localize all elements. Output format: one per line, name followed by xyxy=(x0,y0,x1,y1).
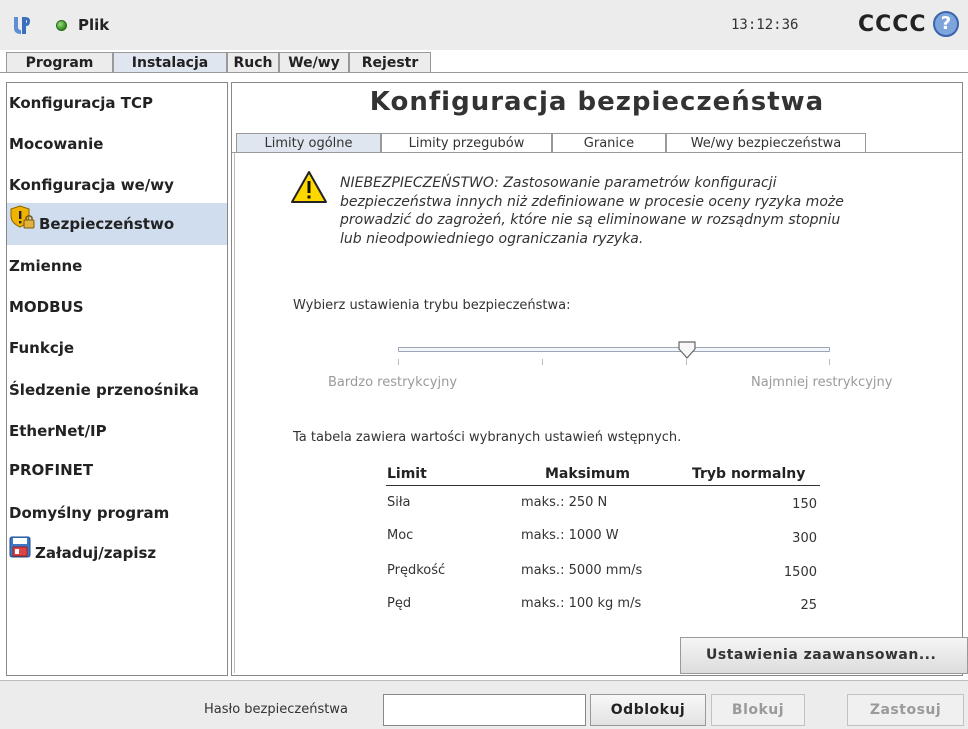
subtab-joint-limits[interactable]: Limity przegubów xyxy=(381,133,552,153)
floppy-disk-icon xyxy=(9,533,31,574)
warning-text: NIEBEZPIECZEŃSTWO: Zastosowanie parametr… xyxy=(340,174,900,248)
safety-shield-lock-icon xyxy=(9,204,35,246)
page-title: Konfiguracja bezpieczeństwa xyxy=(369,87,825,117)
file-menu[interactable]: Plik xyxy=(78,16,109,34)
slider-max-label: Najmniej restrykcyjny xyxy=(751,375,893,390)
sidebar-item-label: MODBUS xyxy=(9,298,84,316)
sidebar-item-label: Bezpieczeństwo xyxy=(39,215,175,233)
max-cell: maks.: 250 N xyxy=(521,495,608,510)
sidebar-item-label: Śledzenie przenośnika xyxy=(9,381,199,399)
warning-triangle-icon xyxy=(290,170,328,208)
tab-program[interactable]: Program xyxy=(6,52,113,73)
sidebar-item-label: Zmienne xyxy=(9,257,83,275)
sidebar-item-label: Konfiguracja TCP xyxy=(9,94,154,112)
sidebar-item-label: Funkcje xyxy=(9,339,75,357)
advanced-settings-button[interactable]: Ustawienia zaawansowan... xyxy=(680,637,968,674)
tab-instalacja[interactable]: Instalacja xyxy=(113,52,227,73)
normal-mode-cell: 1500 xyxy=(783,565,817,580)
table-row: Pęd maks.: 100 kg m/s 25 xyxy=(386,596,820,616)
sidebar-item-label: Załaduj/zapisz xyxy=(35,544,157,562)
limit-cell: Prędkość xyxy=(387,563,446,578)
slider-min-label: Bardzo restrykcyjny xyxy=(328,375,458,390)
warning-line: bezpieczeństwa innych niż zdefiniowane w… xyxy=(340,193,844,210)
sidebar-item-conveyor[interactable]: Śledzenie przenośnika xyxy=(7,370,227,411)
table-description: Ta tabela zawiera wartości wybranych ust… xyxy=(293,430,682,445)
normal-mode-cell: 300 xyxy=(792,531,817,546)
normal-mode-cell: 150 xyxy=(792,497,817,512)
sidebar-item-label: Konfiguracja we/wy xyxy=(9,176,174,194)
max-cell: maks.: 1000 W xyxy=(521,528,619,543)
limit-cell: Moc xyxy=(387,528,414,543)
safety-mode-slider[interactable] xyxy=(398,347,830,352)
top-bar xyxy=(0,0,968,50)
slider-handle[interactable] xyxy=(677,340,697,364)
sidebar-item-funkcje[interactable]: Funkcje xyxy=(7,328,227,369)
table-row: Prędkość maks.: 5000 mm/s 1500 xyxy=(386,563,820,583)
sidebar-item-mocowanie[interactable]: Mocowanie xyxy=(7,124,227,165)
tab-rejestr[interactable]: Rejestr xyxy=(349,52,431,73)
sidebar-item-modbus[interactable]: MODBUS xyxy=(7,287,227,328)
sidebar-item-profinet[interactable]: PROFINET xyxy=(7,450,227,491)
tab-ruch[interactable]: Ruch xyxy=(227,52,279,73)
subtab-general-limits[interactable]: Limity ogólne xyxy=(236,133,381,153)
sidebar-item-io-config[interactable]: Konfiguracja we/wy xyxy=(7,165,227,206)
sidebar-item-safety[interactable]: Bezpieczeństwo xyxy=(7,203,227,245)
max-cell: maks.: 5000 mm/s xyxy=(521,563,643,578)
subtab-safety-io[interactable]: We/wy bezpieczeństwa xyxy=(666,133,866,153)
safety-password-label: Hasło bezpieczeństwa xyxy=(204,702,348,717)
robot-name: CCCC xyxy=(858,12,927,37)
subtab-boundaries[interactable]: Granice xyxy=(552,133,666,153)
slider-tick xyxy=(829,359,830,365)
unlock-button[interactable]: Odblokuj xyxy=(590,694,706,726)
clock: 13:12:36 xyxy=(731,17,799,33)
sidebar: Konfiguracja TCP Mocowanie Konfiguracja … xyxy=(6,82,228,676)
sidebar-item-label: Mocowanie xyxy=(9,135,104,153)
column-header-normal-mode: Tryb normalny xyxy=(692,466,806,482)
sidebar-item-zmienne[interactable]: Zmienne xyxy=(7,246,227,287)
table-row: Siła maks.: 250 N 150 xyxy=(386,495,820,515)
limit-cell: Siła xyxy=(387,495,411,510)
lock-button[interactable]: Blokuj xyxy=(711,694,805,726)
safety-password-input[interactable] xyxy=(383,694,586,726)
help-button[interactable]: ? xyxy=(933,11,959,37)
ur-logo-icon xyxy=(12,14,34,36)
normal-mode-cell: 25 xyxy=(800,598,817,613)
column-header-limit: Limit xyxy=(387,466,427,482)
warning-line: lub nieodpowiedniego ograniczania ryzyka… xyxy=(340,230,644,247)
max-cell: maks.: 100 kg m/s xyxy=(521,596,642,611)
sidebar-item-ethernet-ip[interactable]: EtherNet/IP xyxy=(7,411,227,452)
tab-divider xyxy=(0,72,968,73)
sidebar-item-label: PROFINET xyxy=(9,461,94,479)
status-dot-icon xyxy=(56,20,67,31)
limit-cell: Pęd xyxy=(387,596,412,611)
table-header-divider xyxy=(386,485,820,486)
sidebar-item-label: Domyślny program xyxy=(9,504,170,522)
warning-line: prowadzić do zagrożeń, które nie są elim… xyxy=(340,212,841,228)
sidebar-item-load-save[interactable]: Załaduj/zapisz xyxy=(7,533,227,574)
apply-button[interactable]: Zastosuj xyxy=(847,694,964,726)
slider-tick xyxy=(398,359,399,365)
column-header-max: Maksimum xyxy=(545,466,630,482)
sidebar-item-label: EtherNet/IP xyxy=(9,422,107,440)
slider-tick xyxy=(542,359,543,365)
warning-line: NIEBEZPIECZEŃSTWO: Zastosowanie parametr… xyxy=(340,175,777,191)
sidebar-item-default-program[interactable]: Domyślny program xyxy=(7,493,227,534)
sidebar-item-tcp[interactable]: Konfiguracja TCP xyxy=(7,83,227,124)
tab-we-wy[interactable]: We/wy xyxy=(279,52,349,73)
safety-mode-label: Wybierz ustawienia trybu bezpieczeństwa: xyxy=(293,298,571,313)
table-row: Moc maks.: 1000 W 300 xyxy=(386,528,820,548)
